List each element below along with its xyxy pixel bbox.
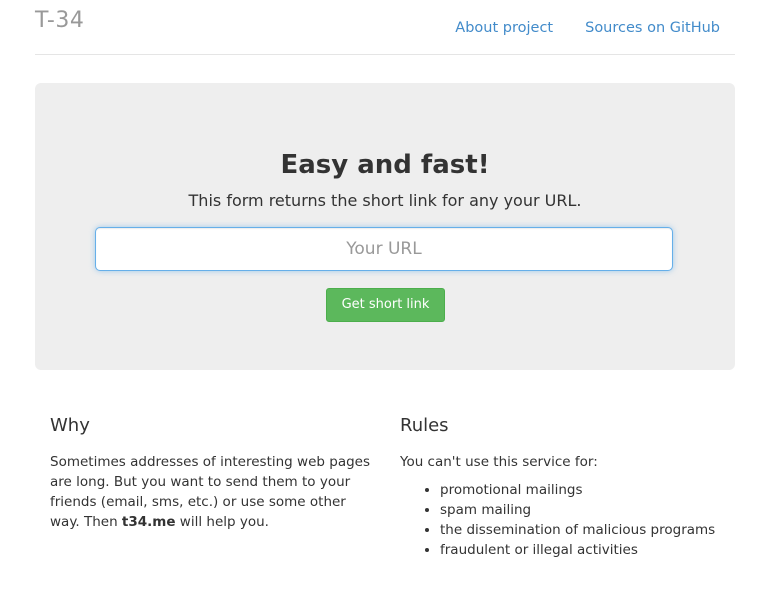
- list-item: promotional mailings: [440, 480, 720, 500]
- page: T-34 About project Sources on GitHub Eas…: [0, 0, 761, 609]
- brand-logo[interactable]: T-34: [35, 8, 84, 33]
- nav-link-about-project[interactable]: About project: [455, 20, 553, 36]
- nav-link-github-sources[interactable]: Sources on GitHub: [585, 20, 720, 36]
- top-nav: About project Sources on GitHub: [455, 20, 720, 36]
- get-short-link-button[interactable]: Get short link: [326, 288, 445, 322]
- why-text-end: will help you.: [175, 514, 269, 530]
- list-item: fraudulent or illegal activities: [440, 540, 720, 560]
- rules-section: Rules You can't use this service for: pr…: [400, 414, 720, 560]
- header: T-34 About project Sources on GitHub: [35, 0, 735, 55]
- why-text: Sometimes addresses of interesting web p…: [50, 452, 370, 532]
- hero-title: Easy and fast!: [280, 150, 490, 180]
- list-item: spam mailing: [440, 500, 720, 520]
- site-name: t34.me: [121, 514, 176, 530]
- rules-list: promotional mailings spam mailing the di…: [400, 480, 720, 560]
- hero-panel: Easy and fast! This form returns the sho…: [35, 83, 735, 370]
- why-heading: Why: [50, 415, 90, 436]
- hero-lead: This form returns the short link for any…: [188, 191, 582, 210]
- why-section: Why Sometimes addresses of interesting w…: [50, 414, 370, 532]
- rules-intro: You can't use this service for:: [400, 454, 598, 470]
- rules-heading: Rules: [400, 415, 449, 436]
- url-input[interactable]: [95, 227, 673, 271]
- list-item: the dissemination of malicious programs: [440, 520, 720, 540]
